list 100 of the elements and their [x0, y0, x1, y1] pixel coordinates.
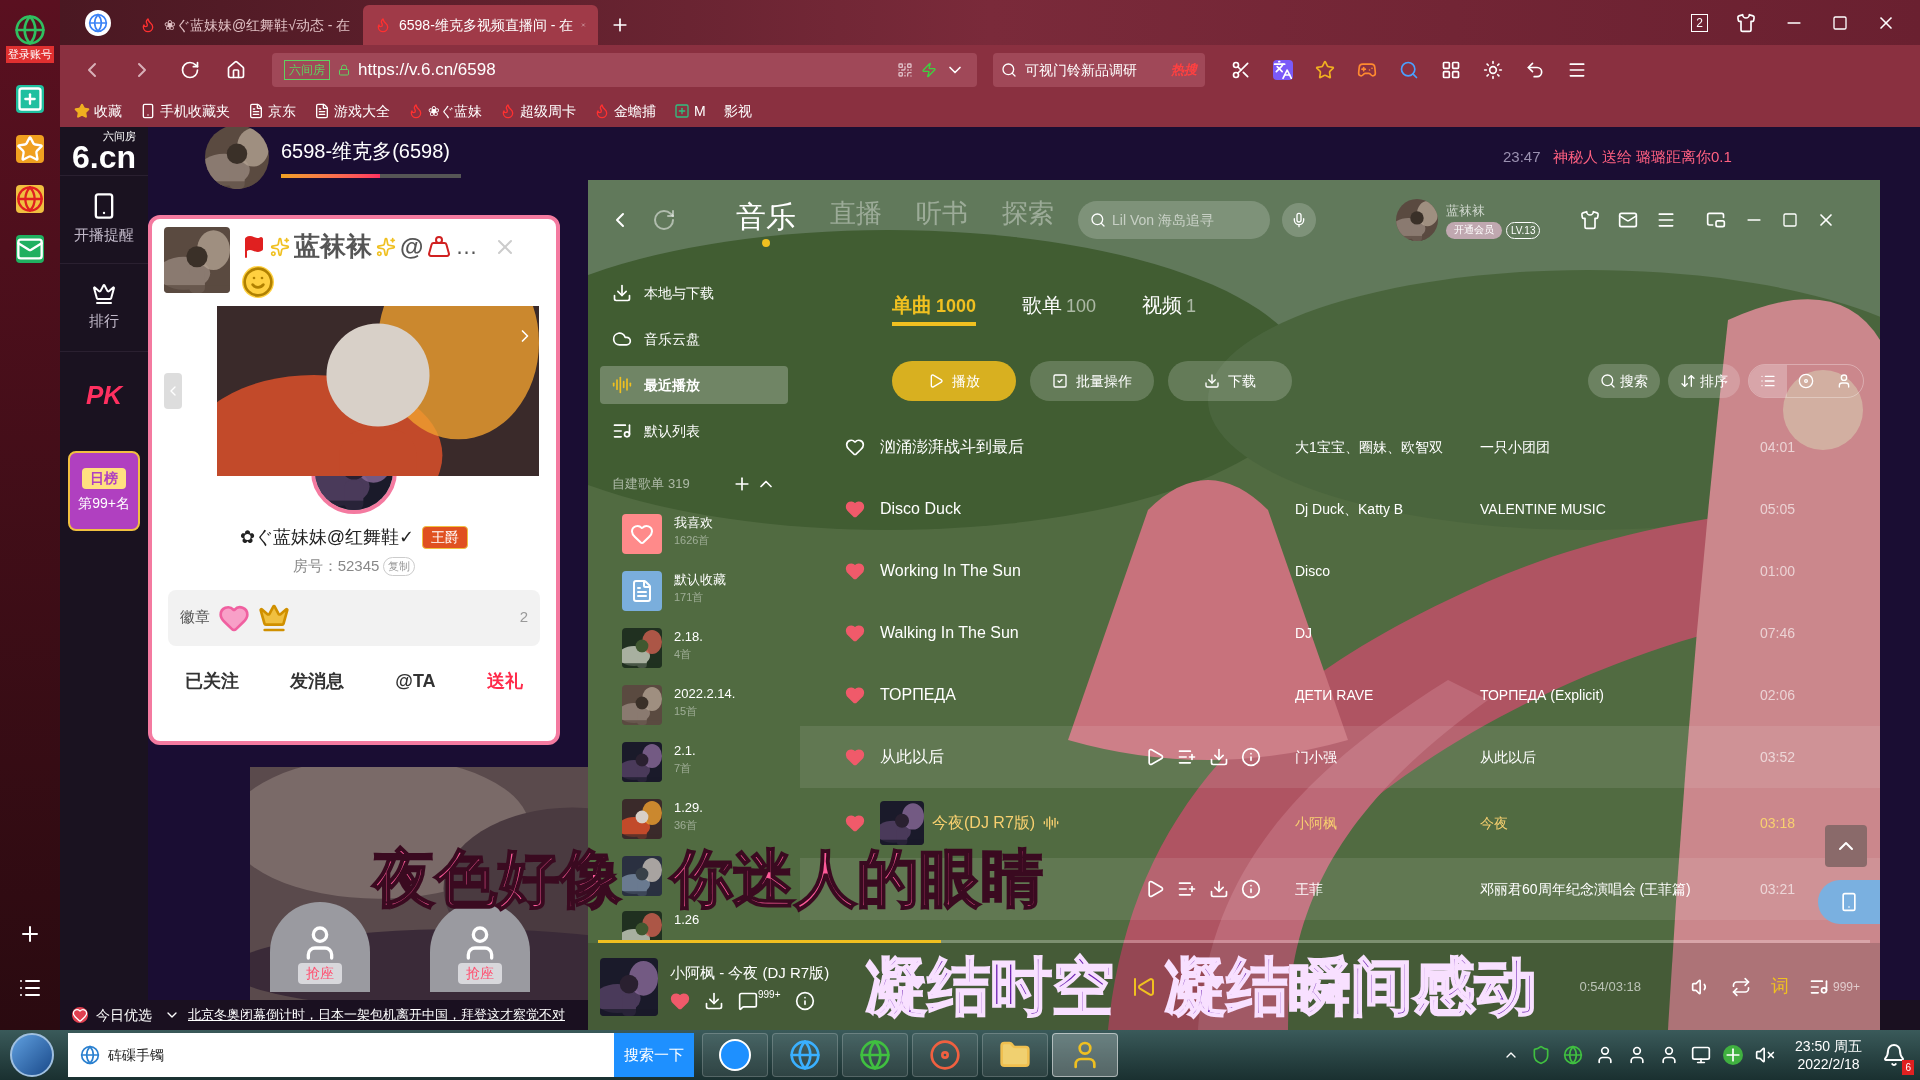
scissors-icon[interactable] — [1231, 60, 1251, 80]
smiley-icon — [242, 266, 274, 298]
lock-icon — [338, 64, 350, 76]
browser-logo-icon[interactable] — [14, 14, 46, 46]
taskbar-app[interactable] — [982, 1033, 1048, 1077]
site-badge: 六间房 — [284, 60, 330, 80]
rank-badge[interactable]: 日榜 第99+名 — [68, 451, 140, 531]
home-icon[interactable] — [226, 60, 246, 80]
star-icon — [74, 103, 90, 119]
grid-icon[interactable] — [1441, 60, 1461, 80]
logo-subtitle: 六间房 — [103, 130, 136, 142]
bookmark[interactable]: ❀ぐ蓝妹 — [408, 100, 482, 122]
menu-icon[interactable] — [1567, 60, 1587, 80]
profile-action[interactable]: @TA — [395, 667, 436, 695]
bookmark[interactable]: 金蟾捕 — [594, 100, 656, 122]
site-logo[interactable]: 6.cn — [72, 141, 136, 172]
globe-icon — [789, 1039, 821, 1071]
search-field[interactable]: 砗磲手镯 — [68, 1033, 614, 1077]
profile-action[interactable]: 发消息 — [290, 667, 345, 695]
restore-icon[interactable] — [1832, 14, 1848, 31]
flame-logo-icon — [140, 17, 156, 33]
ticker-label[interactable]: 今日优选 — [96, 1004, 152, 1026]
name-suffix: @ — [400, 231, 424, 262]
browser-tab[interactable]: ❀ぐ蓝妹妹@红舞鞋√动态 - 在 — [128, 5, 363, 45]
network-icon[interactable] — [1691, 1045, 1712, 1065]
url-text: https://v.6.cn/6598 — [358, 59, 496, 82]
profile-action[interactable]: 已关注 — [185, 667, 240, 695]
bookmark[interactable]: 京东 — [248, 100, 296, 122]
flame-logo-icon — [375, 17, 391, 33]
bookmark[interactable]: 收藏 — [74, 100, 122, 122]
room-number: 房号：52345 — [292, 556, 380, 576]
magnifier-icon[interactable] — [1399, 60, 1419, 80]
mute-icon[interactable] — [1755, 1045, 1776, 1065]
bookmark[interactable]: 游戏大全 — [314, 100, 390, 122]
taskbar-app[interactable] — [842, 1033, 908, 1077]
coin-icon[interactable] — [1315, 60, 1335, 80]
title-badge: 王爵 — [422, 526, 469, 549]
notification-badge: 6 — [1902, 1060, 1914, 1075]
start-button[interactable] — [10, 1033, 54, 1077]
sparkle-icon — [376, 236, 396, 257]
login-label[interactable]: 登录账号 — [6, 46, 54, 63]
more-text: … — [455, 233, 478, 261]
globe-icon[interactable] — [1563, 1045, 1584, 1065]
search-icon — [1001, 62, 1017, 78]
bookmark[interactable]: 超级周卡 — [500, 100, 576, 122]
qr-code-icon[interactable] — [897, 62, 913, 78]
shield-icon[interactable] — [1531, 1045, 1552, 1065]
flame-logo-icon — [408, 103, 424, 119]
tab-title: ❀ぐ蓝妹妹@红舞鞋√动态 - 在 — [164, 15, 351, 35]
plus-square-icon[interactable] — [16, 84, 44, 113]
reload-icon[interactable] — [180, 60, 200, 80]
tab-title: 6598-维克多视频直播间 - 在 — [399, 15, 574, 35]
globe-icon — [80, 1045, 100, 1065]
badge-count: 2 — [519, 607, 528, 628]
compass-icon[interactable] — [85, 9, 111, 36]
browser-tab[interactable]: 6598-维克多视频直播间 - 在 — [363, 5, 598, 45]
tab-count[interactable]: 2 — [1691, 13, 1708, 32]
sparkle-icon — [270, 236, 290, 257]
page-icon — [314, 103, 330, 119]
gamepad-icon[interactable] — [1357, 60, 1377, 80]
app-icon — [674, 103, 690, 119]
bookmark[interactable]: 影视 — [723, 100, 752, 122]
notification-icon[interactable] — [1882, 1043, 1906, 1067]
chat-message: 神秘人 送给 璐璐距离你0.1 — [1552, 146, 1732, 167]
round-logo-icon — [719, 1039, 751, 1071]
heart-icon — [72, 1007, 88, 1023]
lightning-icon[interactable] — [921, 62, 937, 78]
address-bar[interactable]: 六间房 https://v.6.cn/6598 — [272, 53, 977, 87]
phone-icon — [140, 103, 156, 119]
flame-logo-icon — [594, 103, 610, 119]
taskbar-app[interactable] — [702, 1033, 768, 1077]
chat-time: 23:47 — [1503, 146, 1541, 167]
bookmark[interactable]: M — [674, 100, 706, 122]
page-icon — [248, 103, 264, 119]
disc-icon — [929, 1039, 961, 1071]
globe-icon[interactable] — [16, 184, 44, 213]
translate-icon[interactable] — [1273, 60, 1293, 80]
flag-icon — [242, 234, 266, 259]
search-button[interactable]: 搜索一下 — [614, 1033, 694, 1077]
profile-action[interactable]: 送礼 — [486, 667, 523, 695]
host-name: 6598-维克多(6598) — [281, 139, 451, 164]
search-field[interactable]: 可视门铃新品调研 热搜 — [993, 53, 1205, 87]
crown-icon — [92, 282, 116, 307]
shirt-icon[interactable] — [1736, 12, 1756, 33]
star-icon[interactable] — [16, 134, 44, 163]
profile-name: 蓝袜袜 — [294, 230, 372, 263]
badges-panel[interactable]: 徽章 2 — [168, 589, 540, 646]
clock-time[interactable]: 23:50 周五 — [1795, 1037, 1862, 1055]
taskbar-app[interactable] — [772, 1033, 838, 1077]
mail-icon[interactable] — [16, 234, 44, 263]
news-link[interactable]: 北京冬奥闭幕倒计时，日本一架包机离开中国，拜登这才察觉不对 — [188, 1005, 565, 1025]
undo-icon[interactable] — [1525, 60, 1545, 80]
clock-date[interactable]: 2022/2/18 — [1797, 1055, 1860, 1073]
bookmark[interactable]: 手机收藏夹 — [140, 100, 230, 122]
flame-logo-icon — [500, 103, 516, 119]
plus-icon[interactable] — [1723, 1045, 1744, 1065]
nickname: ✿ぐ蓝妹妹@红舞鞋✓ — [239, 526, 415, 549]
globe-icon — [859, 1039, 891, 1071]
badges-label: 徽章 — [180, 607, 210, 628]
brightness-icon[interactable] — [1483, 60, 1503, 80]
